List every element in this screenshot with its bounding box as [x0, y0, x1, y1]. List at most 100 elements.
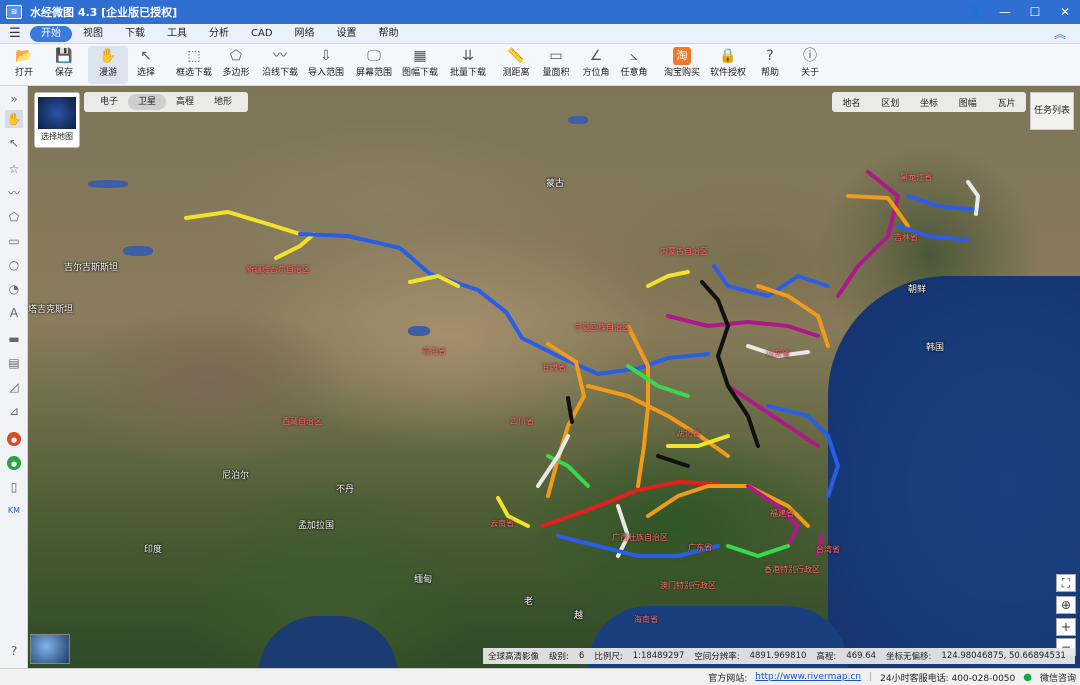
taobao-icon: 淘 — [673, 47, 691, 65]
expand-icon[interactable]: » — [5, 90, 23, 108]
route-magenta — [836, 170, 900, 298]
menu-analysis[interactable]: 分析 — [198, 26, 240, 42]
label-gansu: 甘肃省 — [542, 363, 566, 372]
label-vietnam: 越 — [574, 611, 584, 621]
azimuth-button[interactable]: ∠ 方位角 — [576, 46, 616, 84]
arc-tool-icon[interactable]: ◔ — [5, 280, 23, 298]
maptype-satellite[interactable]: 卫星 — [128, 94, 167, 110]
pan-tool-icon[interactable]: ✋ — [5, 110, 23, 128]
maptype-terrain[interactable]: 地形 — [204, 94, 242, 110]
select-tool-icon[interactable]: ↖ — [5, 134, 23, 152]
polygon-tool-icon[interactable]: ⬠ — [5, 208, 23, 226]
text-tool-icon[interactable]: A — [5, 304, 23, 322]
app-logo-icon: ≋ — [6, 5, 22, 19]
polygon-button[interactable]: ⬠ 多边形 — [216, 46, 256, 84]
menu-settings[interactable]: 设置 — [326, 26, 368, 42]
label-tajikistan: 塔吉克斯坦 — [28, 305, 74, 315]
pan-button[interactable]: ✋ 漫游 — [88, 46, 128, 84]
batch-download-button[interactable]: ⇊ 批量下载 — [448, 46, 488, 84]
import-range-button[interactable]: ⇩ 导入范围 — [306, 46, 346, 84]
query-placename[interactable]: 地名 — [842, 96, 860, 109]
overview-globe[interactable] — [30, 634, 70, 664]
task-list-button[interactable]: 任务列表 — [1030, 92, 1074, 130]
query-bar: 地名 区划 坐标 图幅 瓦片 — [832, 92, 1026, 112]
angle-icon[interactable]: ⊿ — [5, 402, 23, 420]
map-type-switcher: 电子 卫星 高程 地形 — [84, 92, 249, 112]
route-magenta — [666, 314, 820, 338]
wechat-consult[interactable]: 微信咨询 — [1036, 671, 1080, 684]
basemap-selector[interactable]: 选择地图 — [34, 92, 80, 148]
user-icon[interactable]: 👤 — [960, 0, 990, 24]
label-xinjiang: 新疆维吾尔自治区 — [246, 265, 310, 274]
help-button[interactable]: ? 帮助 — [750, 46, 790, 84]
menu-network[interactable]: 网络 — [284, 26, 326, 42]
minimize-button[interactable]: — — [990, 0, 1020, 24]
sheet-download-button[interactable]: ▦ 图幅下载 — [400, 46, 440, 84]
route-black — [700, 280, 760, 448]
menu-start[interactable]: 开始 — [30, 25, 72, 42]
menu-download[interactable]: 下载 — [114, 26, 156, 42]
measure-area-icon[interactable]: ▤ — [5, 354, 23, 372]
azimuth-icon[interactable]: ◿ — [5, 378, 23, 396]
route-green — [726, 544, 790, 558]
about-button[interactable]: ⓘ 关于 — [790, 46, 830, 84]
maximize-button[interactable]: ☐ — [1020, 0, 1050, 24]
menu-help[interactable]: 帮助 — [368, 26, 410, 42]
route-orange — [846, 194, 910, 228]
locate-icon[interactable]: ⊕ — [1056, 596, 1076, 614]
label-qinghai: 青海省 — [422, 347, 446, 356]
plugin-file-icon[interactable]: ▯ — [5, 478, 23, 496]
select-button[interactable]: ↖ 选择 — [126, 46, 166, 84]
line-download-button[interactable]: 〰沿线下载 — [260, 46, 300, 84]
menu-cad[interactable]: CAD — [240, 26, 284, 42]
plugin-red-icon[interactable]: ● — [7, 432, 21, 446]
azimuth-icon: ∠ — [589, 48, 603, 64]
plugin-green-icon[interactable]: ● — [7, 456, 21, 470]
measure-distance-button[interactable]: 📏 测距离 — [496, 46, 536, 84]
rectangle-tool-icon[interactable]: ▭ — [5, 232, 23, 250]
maptype-electronic[interactable]: 电子 — [90, 94, 128, 110]
menu-tools[interactable]: 工具 — [156, 26, 198, 42]
route-yellow — [408, 274, 460, 288]
map-view[interactable]: 蒙古 吉尔吉斯斯坦 塔吉克斯坦 尼泊尔 不丹 孟加拉国 印度 缅甸 老 越 朝鲜… — [28, 86, 1080, 668]
license-button[interactable]: 🔒 软件授权 — [708, 46, 748, 84]
help-circle-icon[interactable]: ? — [5, 642, 23, 660]
zoom-in-button[interactable]: + — [1056, 618, 1076, 636]
label-sichuan: 四川省 — [510, 417, 534, 426]
menu-bar: ☰ 开始 视图 下载 工具 分析 CAD 网络 设置 帮助 ︽ — [0, 24, 1080, 44]
elevation-label: 高程: — [816, 652, 837, 662]
area-icon: ▭ — [549, 48, 563, 64]
measure-distance-icon[interactable]: ▬ — [5, 330, 23, 348]
query-sheet[interactable]: 图幅 — [959, 96, 977, 109]
open-button[interactable]: 📂 打开 — [4, 46, 44, 84]
collapse-ribbon-icon[interactable]: ︽ — [1054, 25, 1066, 42]
hand-icon: ✋ — [99, 48, 117, 64]
menu-view[interactable]: 视图 — [72, 26, 114, 42]
circle-tool-icon[interactable]: ○ — [5, 256, 23, 274]
close-button[interactable]: ✕ — [1050, 0, 1080, 24]
website-link[interactable]: http://www.rivermap.cn — [751, 672, 865, 682]
box-download-button[interactable]: ⬚ 框选下载 — [174, 46, 214, 84]
query-district[interactable]: 区划 — [881, 96, 899, 109]
label-shandong: 山东省 — [766, 349, 790, 358]
kml-icon[interactable]: KM — [5, 502, 23, 520]
label-tibet: 西藏自治区 — [282, 417, 322, 426]
measure-area-button[interactable]: ▭ 量面积 — [536, 46, 576, 84]
screen-range-button[interactable]: 🖵 屏幕范围 — [354, 46, 394, 84]
wechat-icon: ● — [1023, 671, 1032, 683]
level-value: 6 — [578, 651, 585, 661]
marker-tool-icon[interactable]: ☆ — [5, 160, 23, 178]
menu-hamburger-icon[interactable]: ☰ — [0, 26, 30, 41]
save-button[interactable]: 💾 保存 — [44, 46, 84, 84]
query-coordinate[interactable]: 坐标 — [920, 96, 938, 109]
line-tool-icon[interactable]: 〰 — [5, 184, 23, 202]
taobao-buy-button[interactable]: 淘淘宝购买 — [662, 46, 702, 84]
query-tile[interactable]: 瓦片 — [998, 96, 1016, 109]
save-icon: 💾 — [55, 48, 73, 64]
route-yellow — [274, 232, 316, 260]
any-angle-button[interactable]: ⦣ 任意角 — [614, 46, 654, 84]
fullscreen-icon[interactable]: ⛶ — [1056, 574, 1076, 592]
label-taiwan: 台湾省 — [816, 545, 840, 554]
maptype-elevation[interactable]: 高程 — [166, 94, 204, 110]
route-black — [656, 454, 690, 468]
